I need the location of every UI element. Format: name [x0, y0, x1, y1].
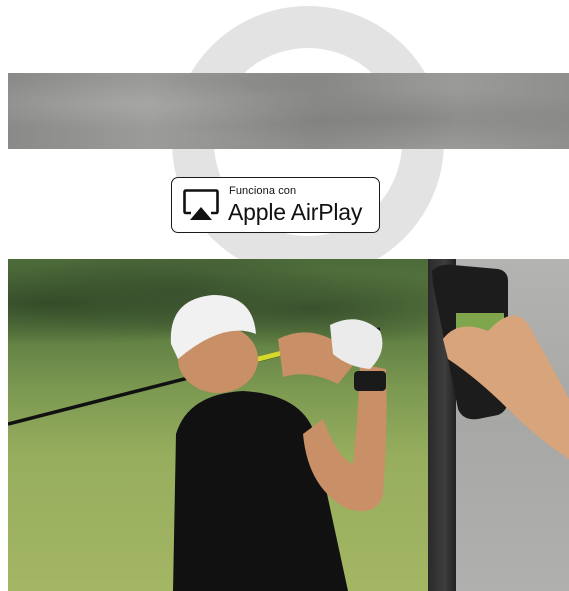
badge-works-with-label: Funciona con	[229, 185, 297, 197]
concrete-texture-banner	[8, 73, 569, 149]
golfer-photo	[8, 259, 569, 591]
badge-apple-airplay-label: Apple AirPlay	[228, 199, 363, 225]
hand-with-phone	[432, 264, 569, 459]
apple-airplay-badge: Funciona con Apple AirPlay	[171, 177, 380, 233]
airplay-icon	[183, 189, 219, 220]
